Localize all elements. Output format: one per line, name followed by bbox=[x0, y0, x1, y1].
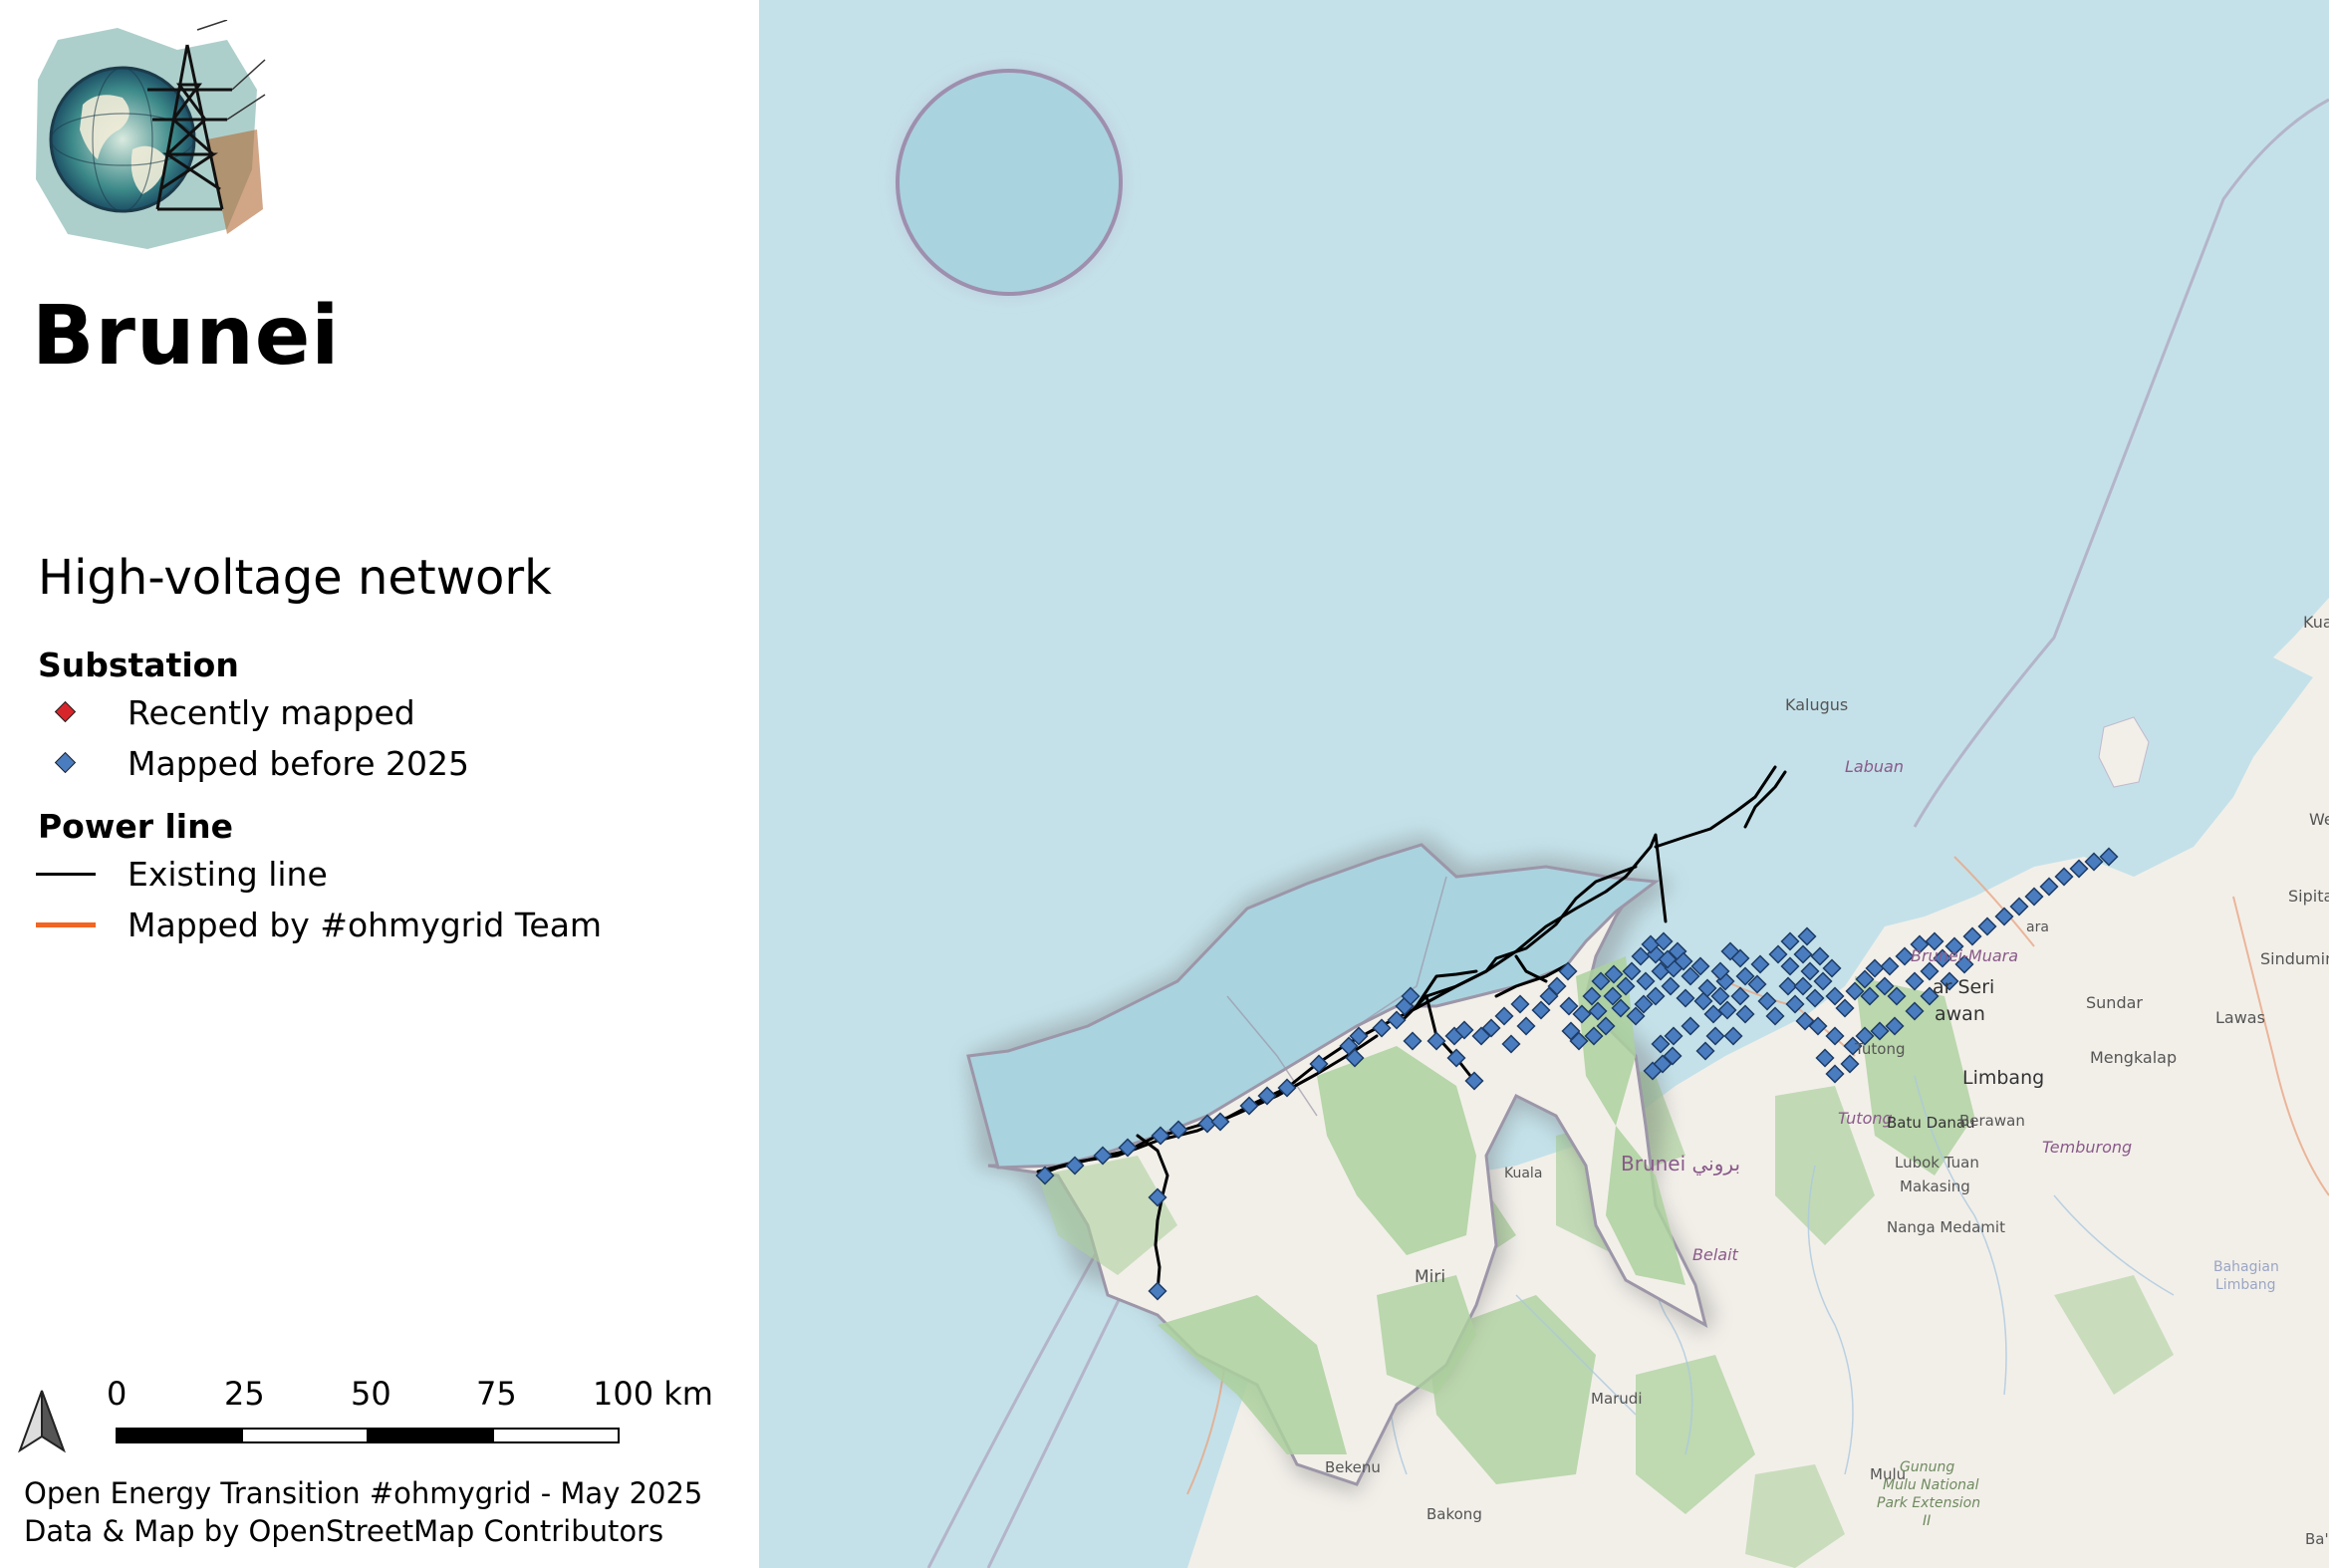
place-label: awan bbox=[1935, 1003, 1985, 1025]
map-drawing: Kuala Kalugus Labuan We Sipitang Sindumi… bbox=[759, 0, 2329, 1568]
place-label: Ba' bbox=[2305, 1530, 2329, 1548]
red-diamond-icon bbox=[30, 692, 110, 732]
legend-item-label: Mapped before 2025 bbox=[128, 743, 470, 783]
place-label: Kalugus bbox=[1785, 695, 1848, 714]
place-label: ara bbox=[2026, 919, 2049, 935]
place-label: Makasing bbox=[1900, 1177, 1970, 1195]
north-arrow-icon bbox=[18, 1390, 66, 1453]
legend-item-label: Existing line bbox=[128, 854, 328, 894]
legend-item-label: Mapped by #ohmygrid Team bbox=[128, 905, 603, 944]
place-label: Sindumin bbox=[2260, 949, 2329, 968]
place-label: Sipitang bbox=[2288, 887, 2329, 906]
blue-diamond-icon bbox=[30, 743, 110, 783]
place-label: Lubok Tuan bbox=[1895, 1154, 1979, 1172]
map-canvas[interactable]: Kuala Kalugus Labuan We Sipitang Sindumi… bbox=[759, 0, 2329, 1568]
legend-item-mapped-before-2025: Mapped before 2025 bbox=[30, 743, 469, 783]
place-label: Belait bbox=[1692, 1245, 1739, 1264]
scale-tick-100: 100 km bbox=[593, 1375, 713, 1413]
place-label: Berawan bbox=[1959, 1112, 2025, 1130]
scale-tick-75: 75 bbox=[476, 1375, 517, 1413]
place-label: Sundar bbox=[2086, 993, 2143, 1012]
credits-line-1: Open Energy Transition #ohmygrid - May 2… bbox=[24, 1476, 703, 1510]
place-label: Kuala bbox=[1504, 1166, 1542, 1181]
place-label: Labuan bbox=[1845, 757, 1904, 776]
place-label: Marudi bbox=[1591, 1390, 1643, 1408]
scale-bar: 0 25 50 75 100 km bbox=[0, 1365, 759, 1474]
place-label: Mengkalap bbox=[2090, 1048, 2177, 1067]
place-label: Bakong bbox=[1426, 1505, 1482, 1523]
credits-line-2: Data & Map by OpenStreetMap Contributors bbox=[24, 1514, 664, 1548]
place-label: Brunei-Muara bbox=[1911, 946, 2018, 965]
place-label: Tutong bbox=[1838, 1109, 1893, 1128]
scale-tick-0: 0 bbox=[107, 1375, 128, 1413]
scale-tick-25: 25 bbox=[224, 1375, 265, 1413]
place-label: Mulu National bbox=[1883, 1477, 1979, 1493]
place-label: Limbang bbox=[2215, 1277, 2276, 1293]
place-label: Temburong bbox=[2042, 1138, 2132, 1157]
place-label: Limbang bbox=[1962, 1067, 2044, 1089]
legend-group-power-line: Power line bbox=[38, 807, 233, 846]
place-label: ar Seri bbox=[1933, 976, 1994, 998]
legend-item-ohmygrid-line: Mapped by #ohmygrid Team bbox=[30, 905, 602, 944]
legend-panel: Brunei High-voltage network Substation R… bbox=[0, 0, 759, 1568]
place-label: Nanga Medamit bbox=[1887, 1218, 2005, 1236]
legend-item-existing-line: Existing line bbox=[30, 854, 328, 894]
place-label: Bahagian bbox=[2213, 1259, 2279, 1275]
black-line-icon bbox=[30, 854, 110, 894]
place-label: Gunung bbox=[1900, 1459, 1954, 1475]
legend-item-label: Recently mapped bbox=[128, 692, 415, 732]
place-label: Kuala bbox=[2303, 613, 2329, 632]
scale-tick-50: 50 bbox=[351, 1375, 391, 1413]
legend-item-recently-mapped: Recently mapped bbox=[30, 692, 415, 732]
place-label: Lawas bbox=[2215, 1008, 2265, 1027]
scale-bar-segments bbox=[116, 1428, 620, 1443]
legend-section-title: High-voltage network bbox=[38, 550, 552, 606]
globe-pylon-logo bbox=[36, 20, 266, 249]
place-label: Park Extension bbox=[1877, 1495, 1980, 1511]
map-title: Brunei bbox=[32, 289, 341, 384]
place-label: II bbox=[1923, 1513, 1931, 1529]
place-label: Brunei بروني bbox=[1621, 1152, 1740, 1176]
legend-group-substation: Substation bbox=[38, 646, 239, 684]
place-label: Bekenu bbox=[1325, 1458, 1381, 1476]
place-label: Miri bbox=[1415, 1267, 1445, 1287]
orange-line-icon bbox=[30, 905, 110, 944]
place-label: We bbox=[2309, 810, 2329, 829]
place-label: Tutong bbox=[1854, 1040, 1905, 1058]
